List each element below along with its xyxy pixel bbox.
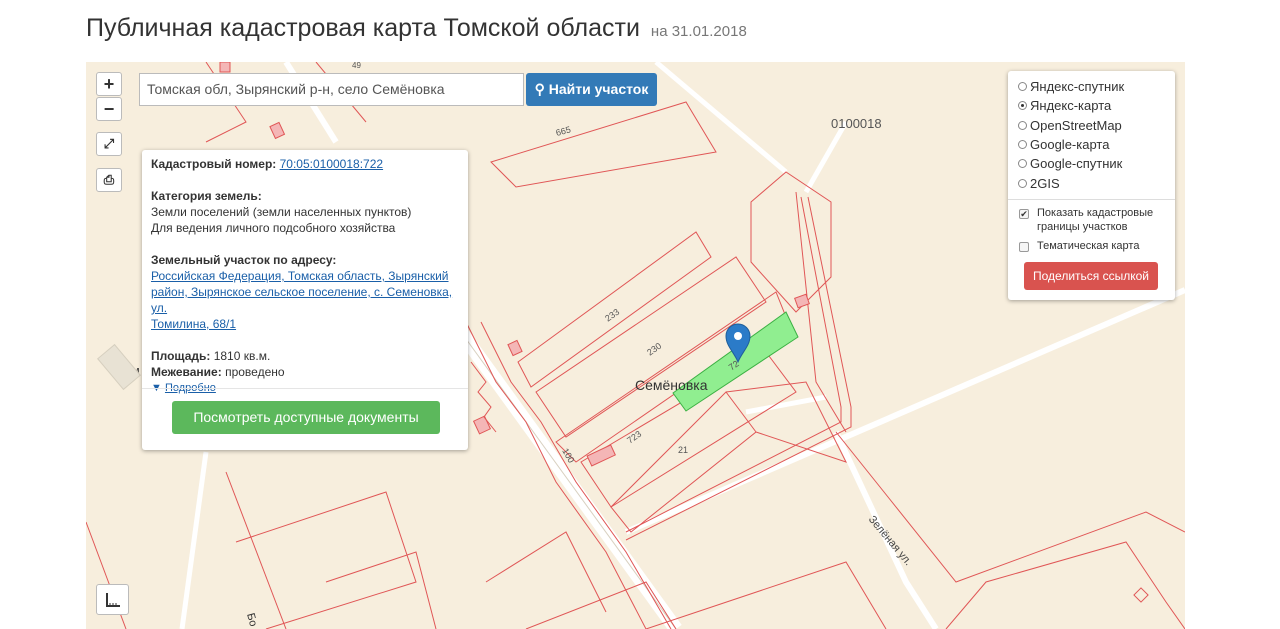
parcel-label-665: 665 [555, 124, 572, 138]
parcel-label-723: 723 [625, 429, 643, 446]
map-view[interactable]: 0100018 Семёновка 665 233 230 723 21 100… [86, 62, 1185, 629]
cadastral-number-link[interactable]: 70:05:0100018:722 [280, 157, 383, 171]
parcel-s-1 [485, 531, 607, 613]
address-label: Земельный участок по адресу: [151, 253, 337, 267]
radio-button[interactable] [1018, 159, 1027, 169]
basemap-option[interactable]: OpenStreetMap [1018, 116, 1165, 135]
radio-button[interactable] [1018, 101, 1027, 111]
basemap-option-label: Яндекс-спутник [1030, 79, 1125, 95]
parcel-label-233: 233 [603, 307, 621, 324]
building-5 [794, 293, 810, 309]
parcel-label-230: 230 [645, 341, 663, 358]
zoom-in-button[interactable]: + [96, 72, 122, 96]
print-button[interactable]: ⎙ [96, 168, 122, 192]
basemap-option-label: Google-карта [1030, 137, 1110, 153]
building-7 [1133, 587, 1149, 603]
show-borders-label: Показать кадастровые границы участков [1037, 206, 1154, 233]
parcel-label-49: 49 [352, 62, 361, 70]
page-title-text: Публичная кадастровая карта Томской обла… [86, 14, 640, 42]
street-label: Зелёная ул. [866, 514, 914, 568]
building-4 [586, 444, 616, 467]
fullscreen-button[interactable]: ⤢ [96, 132, 122, 156]
parcel-se-2 [945, 541, 1185, 629]
radio-button[interactable] [1018, 82, 1027, 92]
address-link-line2[interactable]: район, Зырянское сельское поселение, с. … [151, 285, 452, 315]
view-documents-button[interactable]: Посмотреть доступные документы [172, 401, 440, 434]
basemap-option[interactable]: Google-спутник [1018, 154, 1165, 173]
road-left [179, 451, 209, 629]
popup-divider [142, 388, 468, 389]
building-6 [219, 62, 231, 73]
search-icon: ⚲ [534, 81, 545, 97]
basemap-option-label: OpenStreetMap [1030, 117, 1122, 133]
basemap-options: Яндекс-спутник Яндекс-карта OpenStreetMap G… [1018, 77, 1165, 193]
page-date: на 31.01.2018 [650, 23, 747, 40]
show-borders-toggle[interactable]: ✔ Показать кадастровые границы участков [1018, 206, 1165, 234]
settlement-label: Семёновка [635, 377, 708, 393]
parcel-info-popup: Кадастровый номер: 70:05:0100018:722 Кат… [142, 150, 468, 450]
ruler-icon [106, 593, 120, 607]
layer-switcher-panel: Яндекс-спутник Яндекс-карта OpenStreetMap G… [1008, 71, 1175, 300]
road-diagonal [624, 287, 1185, 535]
zoom-out-button[interactable]: − [96, 97, 122, 121]
survey-value: проведено [225, 365, 285, 379]
survey-label: Межевание: [151, 365, 222, 379]
basemap-option-label: Яндекс-карта [1030, 98, 1112, 114]
block-label: 0100018 [831, 116, 882, 131]
basemap-option-label: 2GIS [1030, 175, 1060, 191]
road-label: Бо [244, 612, 259, 628]
building-1 [269, 121, 286, 140]
thematic-map-toggle[interactable]: Тематическая карта [1018, 239, 1165, 253]
measure-button[interactable] [96, 584, 129, 615]
thematic-map-label: Тематическая карта [1037, 239, 1140, 252]
radio-button[interactable] [1018, 178, 1027, 188]
thematic-map-checkbox[interactable] [1019, 241, 1029, 252]
radio-button[interactable] [1018, 140, 1027, 150]
area-value: 1810 кв.м. [213, 349, 271, 363]
share-link-button[interactable]: Поделиться ссылкой [1024, 262, 1158, 290]
land-category-value: Земли поселений (земли населенных пункто… [151, 205, 412, 219]
land-use-value: Для ведения личного подсобного хозяйства [151, 221, 396, 235]
parcel-s-3 [645, 561, 887, 629]
basemap-option-label: Google-спутник [1030, 156, 1123, 172]
address-link-line1[interactable]: Российская Федерация, Томская область, З… [151, 269, 449, 283]
radio-button[interactable] [1018, 120, 1027, 130]
left-building [97, 343, 141, 391]
basemap-option[interactable]: 2GIS [1018, 173, 1165, 192]
basemap-option[interactable]: Яндекс-спутник [1018, 77, 1165, 96]
building-3 [472, 415, 492, 435]
page-title: Публичная кадастровая карта Томской обла… [86, 14, 747, 43]
parcel-sw-3 [325, 551, 437, 629]
land-category-label: Категория земель: [151, 189, 262, 203]
cadastral-number-label: Кадастровый номер: [151, 157, 277, 171]
parcel-665 [490, 101, 717, 188]
building-2 [507, 339, 523, 357]
road-top [654, 62, 788, 174]
basemap-option[interactable]: Google-карта [1018, 135, 1165, 154]
area-label: Площадь: [151, 349, 211, 363]
show-borders-checkbox[interactable]: ✔ [1019, 208, 1029, 219]
search-input[interactable]: Томская обл, Зырянский р-н, село Семёнов… [139, 73, 524, 106]
print-icon: ⎙ [103, 172, 115, 187]
address-link-line3[interactable]: Томилина, 68/1 [151, 317, 236, 331]
basemap-option[interactable]: Яндекс-карта [1018, 96, 1165, 115]
parcel-se-1 [835, 431, 1185, 583]
parcel-label-21: 21 [678, 445, 688, 455]
expand-icon: ⤢ [103, 136, 115, 151]
search-button[interactable]: ⚲ Найти участок [526, 73, 657, 106]
search-button-label: Найти участок [548, 81, 649, 97]
layers-divider [1008, 198, 1175, 200]
parcel-sw-1 [225, 471, 287, 629]
